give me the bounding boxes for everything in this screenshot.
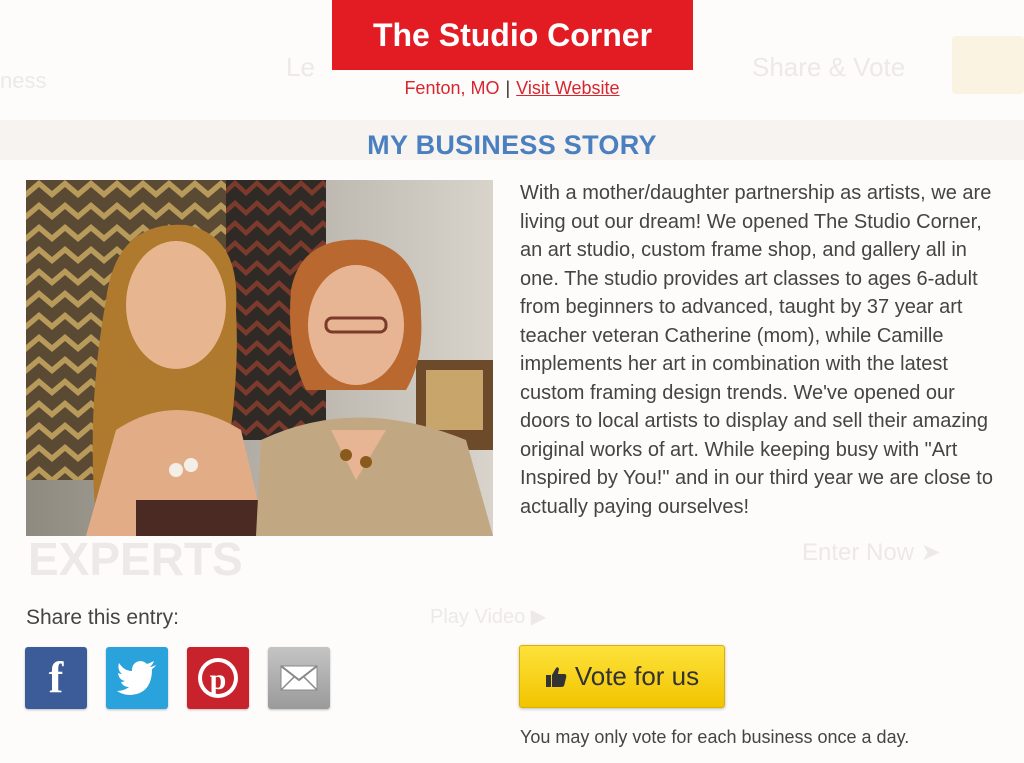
location-line: Fenton, MO | Visit Website <box>0 78 1024 99</box>
photo-of-two-women-icon <box>26 180 493 536</box>
pinterest-share-button[interactable]: p <box>187 647 249 709</box>
share-label: Share this entry: <box>26 606 179 629</box>
location-text: Fenton, MO <box>404 78 500 98</box>
story-heading: MY BUSINESS STORY <box>367 130 657 160</box>
background-text: EXPERTS <box>28 533 243 585</box>
facebook-share-button[interactable]: f <box>25 647 87 709</box>
vote-button[interactable]: Vote for us <box>519 645 725 708</box>
svg-text:p: p <box>210 663 227 696</box>
visit-website-link[interactable]: Visit Website <box>516 78 619 98</box>
vote-button-label: Vote for us <box>574 661 700 691</box>
business-name-banner: The Studio Corner <box>332 0 693 70</box>
story-text: With a mother/daughter partnership as ar… <box>520 182 993 518</box>
separator: | <box>505 78 511 98</box>
twitter-icon <box>117 661 156 695</box>
thumbs-up-icon <box>545 666 567 687</box>
twitter-share-button[interactable] <box>106 647 168 709</box>
background-text: Enter Now ➤ <box>802 539 941 566</box>
email-icon <box>280 665 318 691</box>
pinterest-icon: p <box>198 658 238 698</box>
vote-note: You may only vote for each business once… <box>520 727 910 747</box>
facebook-icon: f <box>48 653 64 702</box>
business-name: The Studio Corner <box>372 16 653 53</box>
background-text: Play Video ▶ <box>430 606 547 628</box>
email-share-button[interactable] <box>268 647 330 709</box>
business-photo <box>26 180 493 536</box>
